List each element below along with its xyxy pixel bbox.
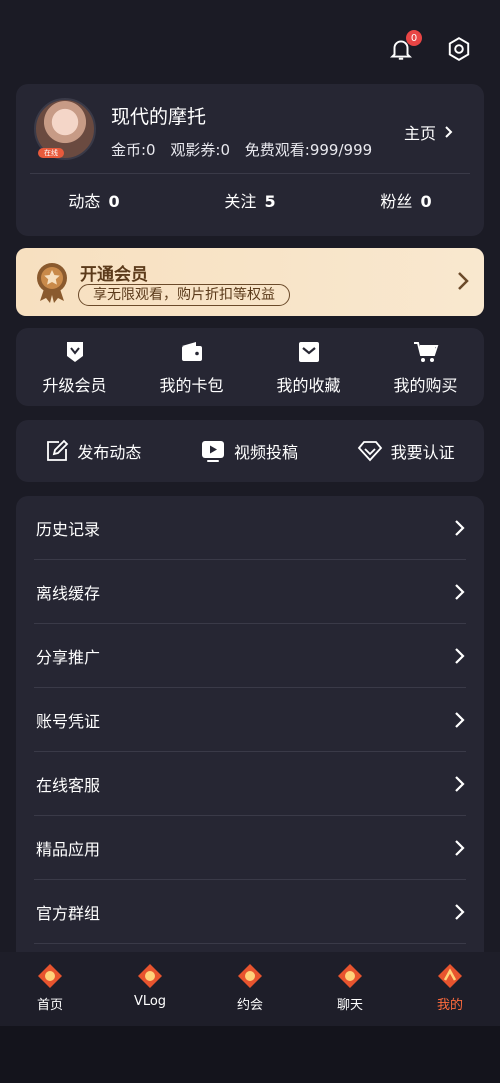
username: 现代的摩托: [111, 106, 207, 128]
gear-icon: [448, 37, 470, 61]
chevron-right-icon: [455, 519, 465, 536]
medal-icon: [37, 263, 67, 303]
home-tab-icon: [38, 964, 62, 988]
favorite-icon: [298, 342, 319, 362]
chevron-right-icon: [455, 647, 465, 664]
purchases-button[interactable]: 我的购买: [367, 328, 484, 406]
quick-menu: 升级会员 我的卡包 我的收藏 我的购买: [16, 328, 484, 406]
tab-label: 我的: [436, 998, 463, 1013]
edit-icon: [47, 439, 69, 461]
tab-label: 约会: [236, 998, 263, 1013]
mine-tab-icon: [438, 964, 462, 988]
cart-icon: [413, 342, 438, 362]
menu-item-label: 精品应用: [36, 839, 101, 859]
chevron-right-icon: [445, 126, 453, 138]
favorites-button[interactable]: 我的收藏: [250, 328, 367, 406]
video-submit-button[interactable]: 视频投稿: [200, 439, 298, 463]
tab-label: VLog: [133, 994, 167, 1009]
profile-card: 现代的摩托 金币:0 观影券:0 免费观看:999/999 主页 动态 0 关注 5…: [16, 84, 484, 236]
menu-item-share[interactable]: 分享推广: [34, 624, 466, 688]
tab-chat[interactable]: 聊天: [300, 952, 400, 1026]
actions-row: 发布动态 视频投稿 我要认证: [16, 420, 484, 482]
vip-title: 开通会员: [80, 265, 148, 285]
menu-item-label: 历史记录: [36, 519, 101, 539]
vip-banner[interactable]: 开通会员 享无限观看，购片折扣等权益: [16, 248, 484, 316]
vip-subtitle: 享无限观看，购片折扣等权益: [78, 284, 290, 306]
menu-item-label: 在线客服: [36, 775, 101, 795]
action-label: 我要认证: [390, 443, 455, 462]
publish-post-button[interactable]: 发布动态: [45, 439, 141, 463]
social-counts: 动态 0 关注 5 粉丝 0: [16, 188, 484, 212]
menu-item-label: 账号凭证: [36, 711, 101, 731]
tab-label: 首页: [36, 998, 63, 1013]
action-label: 视频投稿: [233, 443, 298, 462]
chevron-right-icon: [455, 839, 465, 856]
menu-item-apps[interactable]: 精品应用: [34, 816, 466, 880]
top-bar: 0: [386, 30, 474, 64]
chevron-right-icon: [455, 711, 465, 728]
tab-vlog[interactable]: VLog: [100, 952, 200, 1026]
tab-label: 聊天: [336, 998, 363, 1013]
wallet-button[interactable]: 我的卡包: [133, 328, 250, 406]
wallet-icon: [181, 342, 202, 361]
avatar-status-tag: 在线: [38, 148, 64, 158]
coins-text: 金币:0: [111, 141, 156, 159]
menu-item-offline-cache[interactable]: 离线缓存: [34, 560, 466, 624]
divider: [30, 173, 470, 174]
menu-item-label: 分享推广: [36, 647, 101, 667]
quick-menu-label: 升级会员: [42, 376, 107, 395]
settings-button[interactable]: [444, 34, 474, 64]
notification-badge: 0: [406, 30, 422, 46]
quick-menu-label: 我的收藏: [276, 376, 341, 395]
quick-menu-label: 我的购买: [393, 376, 458, 395]
menu-item-history[interactable]: 历史记录: [34, 496, 466, 560]
diamond-ticket-icon: [66, 342, 83, 362]
menu-item-account-credential[interactable]: 账号凭证: [34, 688, 466, 752]
menu-item-official-groups[interactable]: 官方群组: [34, 880, 466, 944]
diamond-icon: [357, 441, 382, 462]
free-views-text: 免费观看:999/999: [244, 141, 373, 159]
menu-item-customer-service[interactable]: 在线客服: [34, 752, 466, 816]
vlog-tab-icon: [138, 964, 162, 988]
count-label: 关注: [224, 192, 257, 211]
dating-tab-icon: [238, 964, 262, 988]
count-label: 动态: [68, 192, 101, 211]
count-value: 0: [108, 192, 120, 211]
chat-tab-icon: [338, 964, 362, 988]
account-stats: 金币:0 观影券:0 免费观看:999/999: [111, 139, 382, 160]
upgrade-vip-button[interactable]: 升级会员: [16, 328, 133, 406]
chevron-right-icon: [455, 903, 465, 920]
tickets-text: 观影券:0: [170, 141, 230, 159]
quick-menu-label: 我的卡包: [159, 376, 224, 395]
count-value: 5: [264, 192, 276, 211]
chevron-right-icon: [455, 775, 465, 792]
tab-home[interactable]: 首页: [0, 952, 100, 1026]
count-fans[interactable]: 粉丝 0: [380, 188, 431, 212]
count-label: 粉丝: [380, 192, 413, 211]
menu-item-label: 离线缓存: [36, 583, 101, 603]
settings-menu: 历史记录 离线缓存 分享推广 账号凭证 在线客服 精品应用 官方群组: [16, 496, 484, 1016]
notification-button[interactable]: 0: [386, 30, 422, 64]
chevron-right-icon: [455, 583, 465, 600]
homepage-label: 主页: [403, 124, 436, 143]
bottom-tab-bar: 首页 VLog 约会 聊天 我的: [0, 952, 500, 1026]
video-icon: [201, 441, 224, 462]
count-posts[interactable]: 动态 0: [68, 188, 119, 212]
tab-dating[interactable]: 约会: [200, 952, 300, 1026]
action-label: 发布动态: [77, 443, 142, 462]
chevron-right-icon: [458, 272, 469, 290]
menu-item-label: 官方群组: [36, 903, 101, 923]
homepage-link[interactable]: 主页: [404, 120, 454, 144]
tab-mine[interactable]: 我的: [400, 952, 500, 1026]
count-value: 0: [420, 192, 432, 211]
system-nav-area: [0, 1026, 500, 1083]
count-following[interactable]: 关注 5: [224, 188, 275, 212]
verify-button[interactable]: 我要认证: [357, 439, 455, 463]
